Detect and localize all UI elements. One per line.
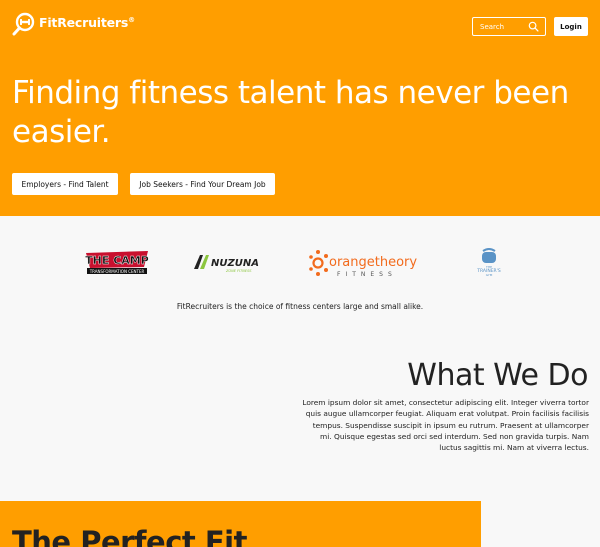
logo-text: FitRecruiters®	[39, 14, 135, 30]
nuzuna-logo-text: NUZUNA	[211, 258, 259, 269]
search-box	[472, 17, 546, 36]
orangetheory-logo: orangetheory FITNESS	[309, 250, 417, 278]
what-we-do-body: Lorem ipsum dolor sit amet, consectetur …	[302, 398, 589, 453]
partners-tagline: FitRecruiters is the choice of fitness c…	[176, 302, 424, 311]
site-logo[interactable]: FitRecruiters®	[12, 12, 135, 36]
orangetheory-logo-text: orangetheory	[329, 255, 417, 270]
hero-section: FitRecruiters® Login Finding fitness tal…	[0, 0, 600, 216]
the-camp-logo-text: THE CAMP	[85, 254, 149, 267]
search-input[interactable]	[473, 18, 529, 35]
what-we-do-heading: What We Do	[407, 358, 588, 393]
logo-magnifier-icon	[12, 12, 35, 36]
nuzuna-logo-subtext: ZONE FITNESS	[225, 269, 252, 273]
employers-find-talent-button[interactable]: Employers - Find Talent	[12, 173, 118, 195]
trainers-gym-logo-line3: GYM	[486, 273, 493, 277]
search-icon[interactable]	[528, 21, 539, 32]
job-seekers-button[interactable]: Job Seekers - Find Your Dream Job	[130, 173, 275, 195]
perfect-fit-section: The Perfect Fit	[0, 501, 481, 547]
the-camp-logo-subtext: TRANSFORMATION CENTER	[89, 269, 145, 274]
orangetheory-logo-subtext: FITNESS	[337, 271, 397, 278]
trainers-gym-logo: THE TRAINER'S GYM	[476, 248, 501, 277]
nuzuna-logo: NUZUNA ZONE FITNESS	[194, 255, 259, 273]
the-camp-logo: THE CAMP TRANSFORMATION CENTER	[85, 251, 149, 274]
hero-title: Finding fitness talent has never been ea…	[12, 75, 569, 150]
login-button[interactable]: Login	[554, 17, 588, 36]
perfect-fit-heading: The Perfect Fit	[12, 525, 247, 547]
